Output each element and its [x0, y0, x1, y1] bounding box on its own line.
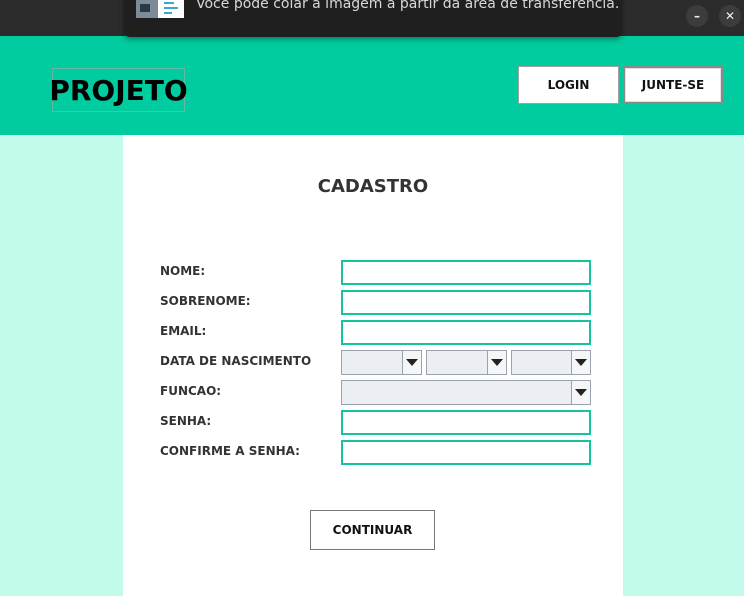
nascimento-label: DATA DE NASCIMENTO: [160, 354, 312, 368]
email-input[interactable]: [341, 320, 591, 345]
birth-month-select[interactable]: [426, 350, 507, 375]
chevron-down-icon[interactable]: [571, 351, 590, 374]
join-button[interactable]: JUNTE-SE: [623, 66, 723, 104]
registration-card: CADASTRO NOME: SOBRENOME: EMAIL: DATA DE…: [123, 135, 623, 596]
close-button[interactable]: ✕: [719, 5, 741, 27]
funcao-select[interactable]: [341, 380, 591, 405]
confirme-senha-input[interactable]: [341, 440, 591, 465]
login-button[interactable]: LOGIN: [518, 66, 619, 104]
nome-label: NOME:: [160, 264, 206, 278]
notification-text: Você pode colar a imagem a partir da áre…: [196, 0, 620, 12]
confirme-senha-label: CONFIRME A SENHA:: [160, 444, 300, 458]
nome-input[interactable]: [341, 260, 591, 285]
chevron-down-icon[interactable]: [487, 351, 506, 374]
minimize-button[interactable]: –: [686, 5, 708, 27]
brand-logo: PROJETO: [49, 68, 188, 112]
birth-year-select[interactable]: [511, 350, 591, 375]
senha-input[interactable]: [341, 410, 591, 435]
clipboard-notification: Você pode colar a imagem a partir da áre…: [124, 0, 622, 37]
chevron-down-icon[interactable]: [571, 381, 590, 404]
email-label: EMAIL:: [160, 324, 207, 338]
birth-day-select[interactable]: [341, 350, 422, 375]
funcao-label: FUNCAO:: [160, 384, 222, 398]
chevron-down-icon[interactable]: [402, 351, 421, 374]
continue-button[interactable]: CONTINUAR: [310, 510, 435, 550]
app-header: PROJETO LOGIN JUNTE-SE: [0, 36, 744, 135]
image-thumbnail-icon: [136, 0, 184, 18]
page-title: CADASTRO: [317, 176, 429, 197]
senha-label: SENHA:: [160, 414, 212, 428]
sobrenome-label: SOBRENOME:: [160, 294, 251, 308]
sobrenome-input[interactable]: [341, 290, 591, 315]
